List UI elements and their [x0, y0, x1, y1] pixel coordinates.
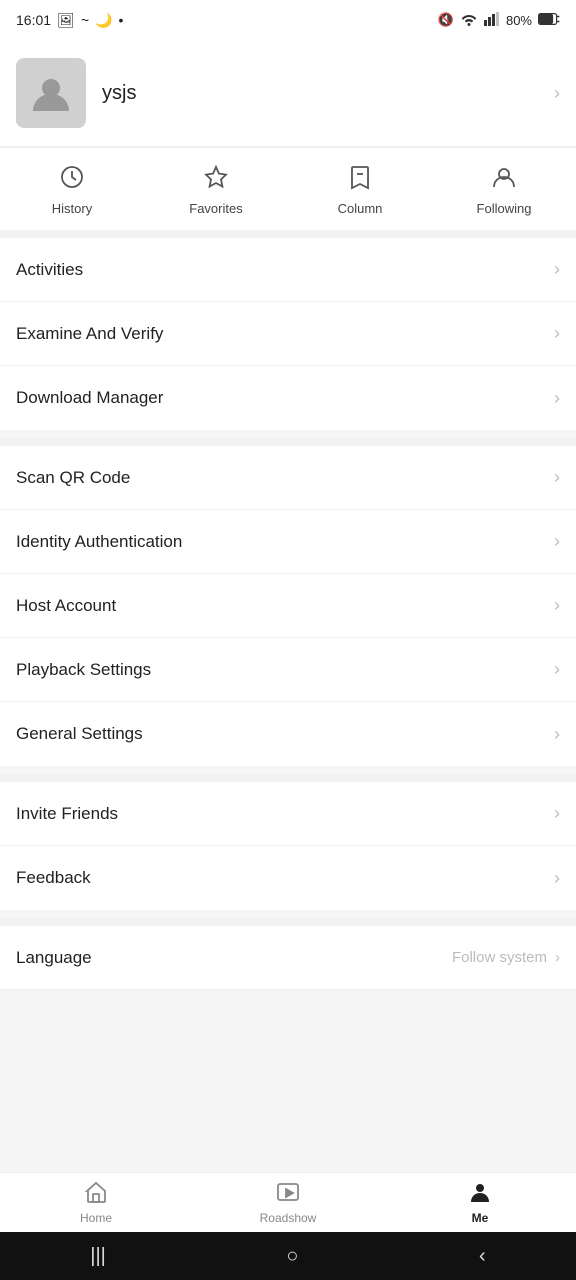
- general-settings-label: General Settings: [16, 724, 143, 744]
- feedback-label: Feedback: [16, 868, 91, 888]
- status-bar: 16:01 🖼 ~ 🌙 • 🔇 80%: [0, 0, 576, 40]
- menu-item-feedback[interactable]: Feedback ›: [0, 846, 576, 910]
- nav-history-label: History: [52, 201, 92, 216]
- divider-3: [0, 918, 576, 926]
- photo-icon: 🖼: [57, 12, 75, 29]
- following-icon: [491, 164, 517, 195]
- activities-chevron-icon: ›: [554, 259, 560, 280]
- history-icon: [59, 164, 85, 195]
- playback-settings-label: Playback Settings: [16, 660, 151, 680]
- system-back-button[interactable]: ‹: [479, 1245, 486, 1268]
- menu-item-invite-friends[interactable]: Invite Friends ›: [0, 782, 576, 846]
- bottom-nav-home[interactable]: Home: [0, 1173, 192, 1232]
- wifi-icon: [460, 12, 478, 29]
- avatar-icon: [31, 73, 71, 113]
- scan-qr-chevron-icon: ›: [554, 467, 560, 488]
- menu-group-1: Activities › Examine And Verify › Downlo…: [0, 238, 576, 430]
- download-manager-chevron-icon: ›: [554, 388, 560, 409]
- avatar: [16, 58, 86, 128]
- menu-item-identity-auth[interactable]: Identity Authentication ›: [0, 510, 576, 574]
- identity-auth-label: Identity Authentication: [16, 532, 182, 552]
- mute-icon: 🔇: [438, 12, 454, 28]
- menu-item-download-manager[interactable]: Download Manager ›: [0, 366, 576, 430]
- sim-icon: ~: [81, 12, 89, 28]
- nav-following-label: Following: [477, 201, 532, 216]
- divider-1: [0, 438, 576, 446]
- nav-history[interactable]: History: [0, 148, 144, 230]
- column-icon: [347, 164, 373, 195]
- bottom-nav-roadshow[interactable]: Roadshow: [192, 1173, 384, 1232]
- system-menu-button[interactable]: |||: [90, 1245, 106, 1268]
- nav-column[interactable]: Column: [288, 148, 432, 230]
- favorites-icon: [203, 164, 229, 195]
- profile-section[interactable]: ysjs ›: [0, 40, 576, 147]
- bottom-nav-roadshow-label: Roadshow: [260, 1211, 317, 1225]
- bottom-nav-home-label: Home: [80, 1211, 112, 1225]
- nav-following[interactable]: Following: [432, 148, 576, 230]
- bottom-nav-me-label: Me: [472, 1211, 489, 1225]
- me-icon: [468, 1181, 492, 1207]
- general-settings-chevron-icon: ›: [554, 724, 560, 745]
- status-right: 🔇 80%: [438, 12, 560, 29]
- bottom-nav-me[interactable]: Me: [384, 1173, 576, 1232]
- language-sub-text: Follow system: [452, 949, 547, 966]
- menu-group-3: Invite Friends › Feedback ›: [0, 782, 576, 910]
- examine-verify-chevron-icon: ›: [554, 323, 560, 344]
- playback-settings-chevron-icon: ›: [554, 659, 560, 680]
- status-left: 16:01 🖼 ~ 🌙 •: [16, 12, 123, 29]
- activities-label: Activities: [16, 260, 83, 280]
- language-label: Language: [16, 948, 92, 968]
- identity-auth-chevron-icon: ›: [554, 531, 560, 552]
- nav-column-label: Column: [338, 201, 383, 216]
- home-icon: [84, 1181, 108, 1207]
- host-account-chevron-icon: ›: [554, 595, 560, 616]
- battery-icon: [538, 13, 560, 28]
- examine-verify-label: Examine And Verify: [16, 324, 163, 344]
- language-chevron-icon: ›: [555, 949, 560, 966]
- language-right: Follow system ›: [452, 949, 560, 966]
- system-home-button[interactable]: ○: [286, 1245, 298, 1268]
- profile-chevron-icon: ›: [554, 83, 560, 104]
- dot-icon: •: [118, 12, 123, 28]
- vpn-icon: 🌙: [95, 12, 112, 29]
- system-nav: ||| ○ ‹: [0, 1232, 576, 1280]
- menu-group-4: Language Follow system ›: [0, 926, 576, 990]
- menu-item-examine-verify[interactable]: Examine And Verify ›: [0, 302, 576, 366]
- feedback-chevron-icon: ›: [554, 868, 560, 889]
- menu-item-general-settings[interactable]: General Settings ›: [0, 702, 576, 766]
- menu-item-scan-qr[interactable]: Scan QR Code ›: [0, 446, 576, 510]
- menu-item-host-account[interactable]: Host Account ›: [0, 574, 576, 638]
- host-account-label: Host Account: [16, 596, 116, 616]
- quick-nav: History Favorites Column Following: [0, 147, 576, 238]
- scan-qr-label: Scan QR Code: [16, 468, 130, 488]
- bottom-nav: Home Roadshow Me: [0, 1172, 576, 1232]
- divider-2: [0, 774, 576, 782]
- battery: 80%: [506, 13, 532, 28]
- download-manager-label: Download Manager: [16, 388, 163, 408]
- time: 16:01: [16, 12, 51, 28]
- nav-favorites[interactable]: Favorites: [144, 148, 288, 230]
- menu-item-language[interactable]: Language Follow system ›: [0, 926, 576, 990]
- invite-friends-label: Invite Friends: [16, 804, 118, 824]
- menu-item-activities[interactable]: Activities ›: [0, 238, 576, 302]
- menu-group-2: Scan QR Code › Identity Authentication ›…: [0, 446, 576, 766]
- signal-icon: [484, 12, 500, 29]
- menu-item-playback-settings[interactable]: Playback Settings ›: [0, 638, 576, 702]
- profile-username: ysjs: [102, 82, 554, 105]
- roadshow-icon: [276, 1181, 300, 1207]
- nav-favorites-label: Favorites: [189, 201, 242, 216]
- invite-friends-chevron-icon: ›: [554, 803, 560, 824]
